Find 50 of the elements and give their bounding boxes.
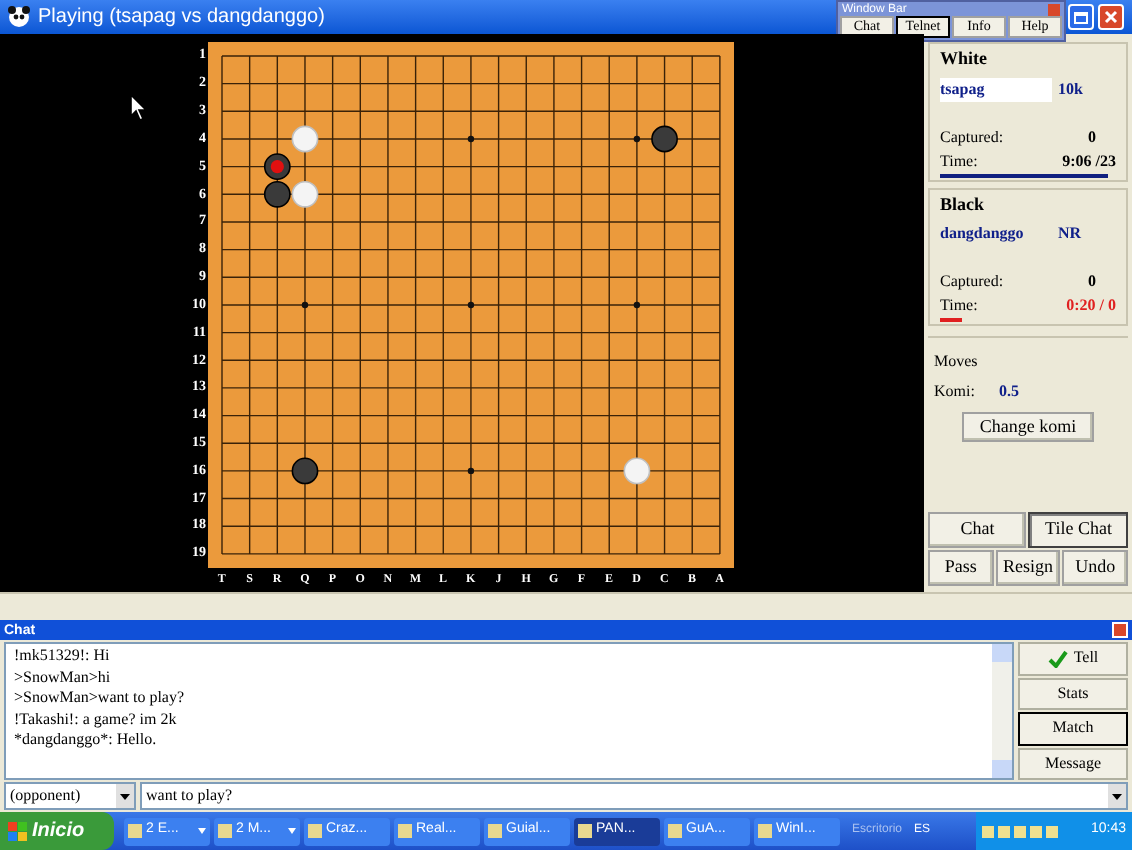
message-button[interactable]: Message <box>1018 747 1128 780</box>
window-title: Playing (tsapag vs dangdanggo) <box>38 4 325 32</box>
caret-icon <box>288 828 296 834</box>
caret-icon <box>1112 793 1122 799</box>
panda-icon <box>8 6 30 28</box>
captured-label: Captured: <box>940 270 1004 294</box>
player-rank: 10k <box>1058 77 1083 101</box>
player-rank: NR <box>1058 222 1082 246</box>
player-side: Black <box>940 191 987 217</box>
windows-logo-icon <box>8 821 28 841</box>
message-input[interactable]: want to play? <box>140 782 1128 810</box>
player-name: tsapag <box>940 77 1052 101</box>
close-button[interactable] <box>1098 4 1124 30</box>
moves-label: Moves <box>934 350 980 374</box>
caret-icon <box>120 793 130 799</box>
checkmark-icon <box>1047 649 1068 668</box>
komi-value: 0.5 <box>998 380 1019 404</box>
tell-button[interactable]: Tell <box>1018 642 1128 675</box>
panel-button[interactable]: Resign <box>995 550 1061 586</box>
close-button[interactable] <box>1112 622 1128 638</box>
close-icon <box>1104 10 1118 24</box>
komi-label: Komi: <box>934 380 975 404</box>
change-komi-button[interactable]: Change komi <box>962 412 1094 442</box>
go-board[interactable] <box>208 42 734 568</box>
maximize-button[interactable] <box>1068 4 1094 30</box>
panel-button[interactable]: Chat <box>928 512 1027 548</box>
chat-message: >SnowMan>hi <box>14 667 113 688</box>
start-button[interactable]: Inicio <box>0 812 114 850</box>
chat-message: !mk51329!: Hi <box>14 646 112 667</box>
panel-button[interactable]: Pass <box>928 550 994 586</box>
player-name: dangdanggo <box>940 222 1026 246</box>
recipient-dropdown[interactable]: (opponent) <box>4 782 136 810</box>
scrollbar[interactable] <box>992 644 1012 778</box>
caret-icon <box>198 828 206 834</box>
stats-button[interactable]: Stats <box>1018 677 1128 710</box>
time-value: 0:20 / 0 <box>1066 294 1116 318</box>
time-value: 9:06 /23 <box>1062 149 1116 173</box>
chat-message: *dangdanggo*: Hello. <box>14 730 159 751</box>
time-label: Time: <box>940 149 978 173</box>
panel-button[interactable]: Undo <box>1062 550 1128 586</box>
captured-label: Captured: <box>940 125 1004 149</box>
chat-message: >SnowMan>want to play? <box>14 688 187 709</box>
captured-count: 0 <box>1088 125 1096 149</box>
time-label: Time: <box>940 294 978 318</box>
player-side: White <box>940 46 989 72</box>
chat-message: !Takashi!: a game? im 2k <box>14 709 179 730</box>
mouse-pointer-icon <box>130 94 148 122</box>
captured-count: 0 <box>1088 270 1096 294</box>
match-button[interactable]: Match <box>1018 712 1128 745</box>
panel-button[interactable]: Tile Chat <box>1028 512 1128 548</box>
